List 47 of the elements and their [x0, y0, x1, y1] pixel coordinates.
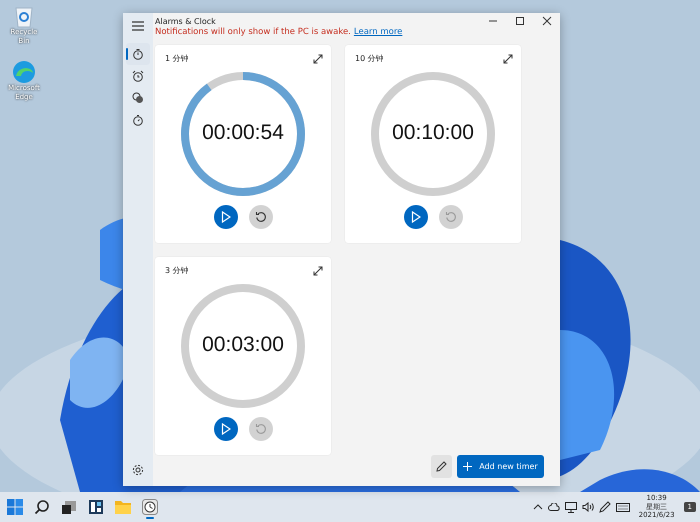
notice-text: Notifications will only show if the PC is awake.	[155, 27, 351, 37]
pen-icon[interactable]	[598, 501, 611, 513]
timer-name: 10 分钟	[355, 53, 384, 64]
running-indicator	[146, 517, 154, 519]
maximize-icon[interactable]	[515, 16, 525, 26]
play-icon	[410, 211, 420, 223]
timer-name: 3 分钟	[165, 265, 189, 276]
timer-time: 00:10:00	[391, 121, 475, 145]
keyboard-icon[interactable]	[616, 502, 630, 512]
settings-icon[interactable]	[132, 464, 144, 476]
learn-more-link[interactable]: Learn more	[354, 27, 402, 37]
network-icon[interactable]	[564, 502, 577, 512]
reset-icon	[254, 423, 266, 435]
search-icon[interactable]	[34, 499, 50, 515]
expand-icon[interactable]	[313, 54, 323, 64]
expand-icon[interactable]	[313, 266, 323, 276]
add-timer-button[interactable]: Add new timer	[457, 455, 544, 478]
windows-logo-icon[interactable]	[7, 499, 23, 515]
reset-icon	[444, 211, 456, 223]
timer-icon	[132, 48, 144, 60]
play-icon	[220, 423, 230, 435]
window-title: Alarms & Clock	[155, 17, 216, 26]
nav-item[interactable]	[126, 43, 150, 65]
chevron-up-icon[interactable]	[532, 503, 543, 511]
clock-icon[interactable]	[142, 499, 158, 515]
menu-icon[interactable]	[132, 21, 144, 31]
expand-icon[interactable]	[503, 54, 513, 64]
task-view-icon[interactable]	[61, 499, 77, 515]
edit-button[interactable]	[431, 455, 452, 478]
play-icon	[220, 211, 230, 223]
volume-icon[interactable]	[582, 502, 594, 512]
play-button[interactable]	[214, 417, 238, 441]
play-button[interactable]	[214, 205, 238, 229]
world-clock-icon	[132, 92, 144, 104]
reset-button[interactable]	[248, 205, 272, 229]
timer-time: 00:00:54	[201, 121, 285, 145]
widgets-icon[interactable]	[88, 499, 104, 515]
stopwatch-icon	[132, 114, 144, 126]
play-button[interactable]	[404, 205, 428, 229]
alarm-clock-icon	[132, 70, 144, 82]
plus-icon	[463, 462, 472, 471]
timer-name: 1 分钟	[165, 53, 189, 64]
cloud-icon[interactable]	[548, 503, 560, 511]
timer-time: 00:03:00	[201, 333, 285, 357]
close-icon[interactable]	[542, 16, 552, 26]
reset-icon	[254, 211, 266, 223]
pencil-icon	[436, 461, 447, 472]
